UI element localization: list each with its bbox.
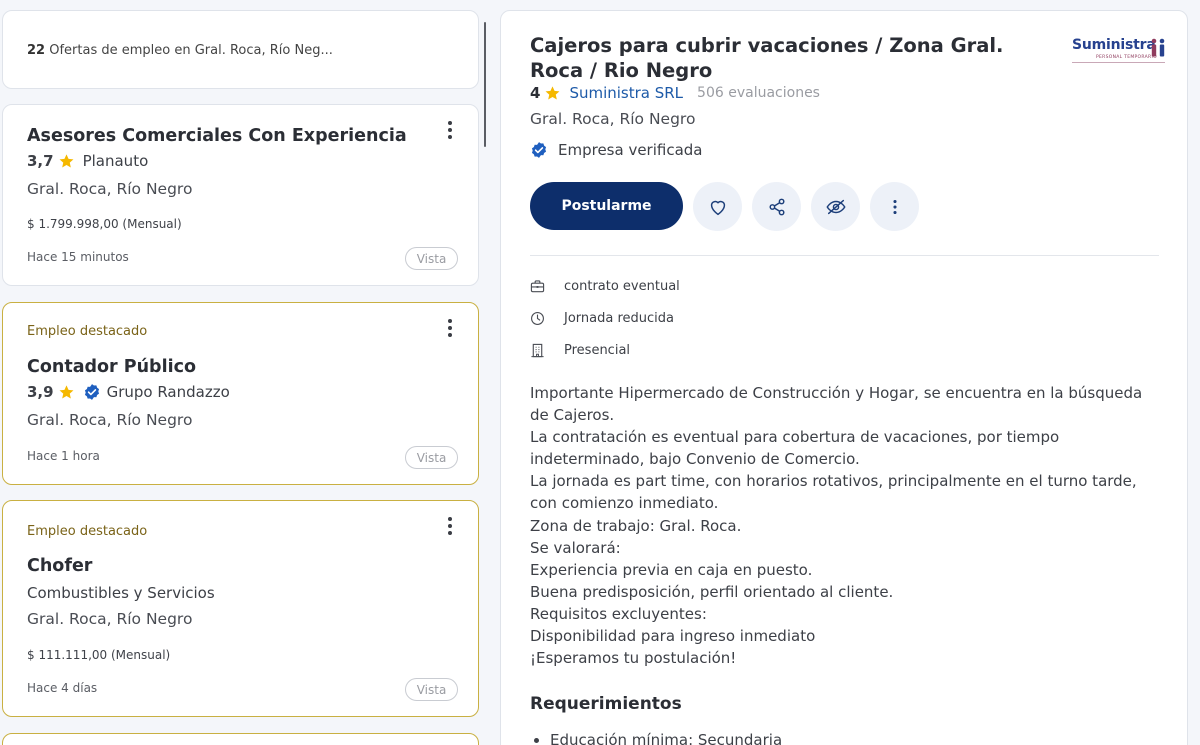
job-title[interactable]: Asesores Comerciales Con Experiencia	[27, 126, 407, 146]
job-detail-panel: Cajeros para cubrir vacaciones / Zona Gr…	[500, 10, 1188, 745]
verified-label: Empresa verificada	[558, 141, 703, 159]
job-card-featured[interactable]: Empleo destacado Contador Público 3,9 Gr…	[2, 302, 479, 485]
more-options-icon[interactable]	[440, 317, 460, 339]
more-vertical-icon	[892, 199, 897, 214]
evaluations-link[interactable]: 506 evaluaciones	[697, 85, 820, 101]
heart-icon	[710, 200, 725, 215]
viewed-badge: Vista	[405, 678, 458, 701]
job-card-featured[interactable]: Empleo destacado Chofer Combustibles y S…	[2, 500, 479, 717]
featured-label: Empleo destacado	[27, 324, 148, 339]
viewed-badge: Vista	[405, 446, 458, 469]
feature-modality: Presencial	[530, 343, 630, 358]
company-logo[interactable]: Suministra PERSONAL TEMPORARIO	[1072, 37, 1167, 73]
job-title[interactable]: Chofer	[27, 556, 92, 576]
save-favorite-button[interactable]	[693, 182, 742, 231]
detail-rating: 4 Suministra SRL 506 evaluaciones	[530, 84, 820, 102]
job-time: Hace 1 hora	[27, 449, 100, 463]
company-name: Combustibles y Servicios	[27, 584, 215, 602]
results-count-card: 22 Ofertas de empleo en Gral. Roca, Río …	[2, 10, 479, 89]
divider	[530, 255, 1159, 256]
requirements-heading: Requerimientos	[530, 694, 682, 714]
description-line: Importante Hipermercado de Construcción …	[530, 384, 1143, 425]
job-title[interactable]: Contador Público	[27, 357, 196, 377]
job-card-featured[interactable]	[2, 733, 479, 745]
job-time: Hace 15 minutos	[27, 250, 129, 264]
rating-value: 3,9	[27, 383, 54, 401]
company-name: Planauto	[82, 152, 149, 170]
job-list: 22 Ofertas de empleo en Gral. Roca, Río …	[0, 0, 482, 745]
description-line: Experiencia previa en caja en puesto.	[530, 560, 813, 579]
feature-schedule: Jornada reducida	[530, 311, 674, 326]
job-location: Gral. Roca, Río Negro	[27, 610, 193, 628]
share-icon	[768, 198, 785, 215]
feature-label: Jornada reducida	[564, 311, 674, 326]
feature-contract: contrato eventual	[530, 279, 680, 294]
share-button[interactable]	[752, 182, 801, 231]
job-card[interactable]: Asesores Comerciales Con Experiencia 3,7…	[2, 104, 479, 286]
eye-off-icon	[825, 199, 846, 214]
feature-label: contrato eventual	[564, 279, 680, 294]
job-time: Hace 4 días	[27, 681, 98, 695]
star-icon	[545, 85, 560, 99]
feature-label: Presencial	[564, 343, 631, 358]
description-line: La jornada es part time, con horarios ro…	[530, 472, 1137, 513]
job-location: Gral. Roca, Río Negro	[27, 180, 193, 198]
description-line: Buena predisposición, perfil orientado a…	[530, 582, 894, 601]
description-line: Se valorará:	[530, 538, 621, 557]
job-salary: $ 111.111,00 (Mensual)	[27, 648, 171, 662]
featured-label: Empleo destacado	[27, 524, 148, 539]
clock-icon	[531, 312, 544, 325]
description-line: ¡Esperamos tu postulación!	[530, 649, 737, 668]
star-icon	[59, 153, 74, 167]
job-description: Importante Hipermercado de Construcción …	[530, 382, 1160, 669]
rating-value: 3,7	[27, 152, 54, 170]
briefcase-icon	[530, 280, 545, 293]
hide-job-button[interactable]	[811, 182, 860, 231]
requirement-item: Educación mínima: Secundaria	[534, 731, 782, 745]
verified-company: Empresa verificada	[530, 141, 703, 159]
company-link[interactable]: Suministra SRL	[569, 84, 683, 102]
viewed-badge: Vista	[405, 247, 458, 270]
description-line: La contratación es eventual para cobertu…	[530, 428, 1060, 469]
more-options-button[interactable]	[870, 182, 919, 231]
company-name: Grupo Randazzo	[106, 383, 230, 401]
job-rating: 3,9 Grupo Randazzo	[27, 383, 230, 401]
detail-title: Cajeros para cubrir vacaciones / Zona Gr…	[530, 34, 1004, 82]
verified-badge-icon	[84, 384, 99, 400]
job-location: Gral. Roca, Río Negro	[27, 411, 193, 429]
scrollbar-thumb[interactable]	[484, 22, 486, 147]
rating-value: 4	[530, 84, 541, 102]
more-options-icon[interactable]	[440, 515, 460, 537]
star-icon	[59, 384, 74, 398]
more-options-icon[interactable]	[440, 119, 460, 141]
detail-location: Gral. Roca, Río Negro	[530, 110, 696, 128]
description-line: Disponibilidad para ingreso inmediato	[530, 627, 816, 646]
job-salary: $ 1.799.998,00 (Mensual)	[27, 217, 182, 231]
results-count: 22 Ofertas de empleo en Gral. Roca, Río …	[27, 43, 333, 58]
verified-badge-icon	[531, 142, 547, 158]
description-line: Zona de trabajo: Gral. Roca.	[530, 516, 742, 535]
apply-button[interactable]: Postularme	[530, 182, 683, 230]
job-rating: 3,7 Planauto	[27, 152, 148, 170]
description-line: Requisitos excluyentes:	[530, 604, 707, 623]
building-icon	[531, 343, 544, 358]
